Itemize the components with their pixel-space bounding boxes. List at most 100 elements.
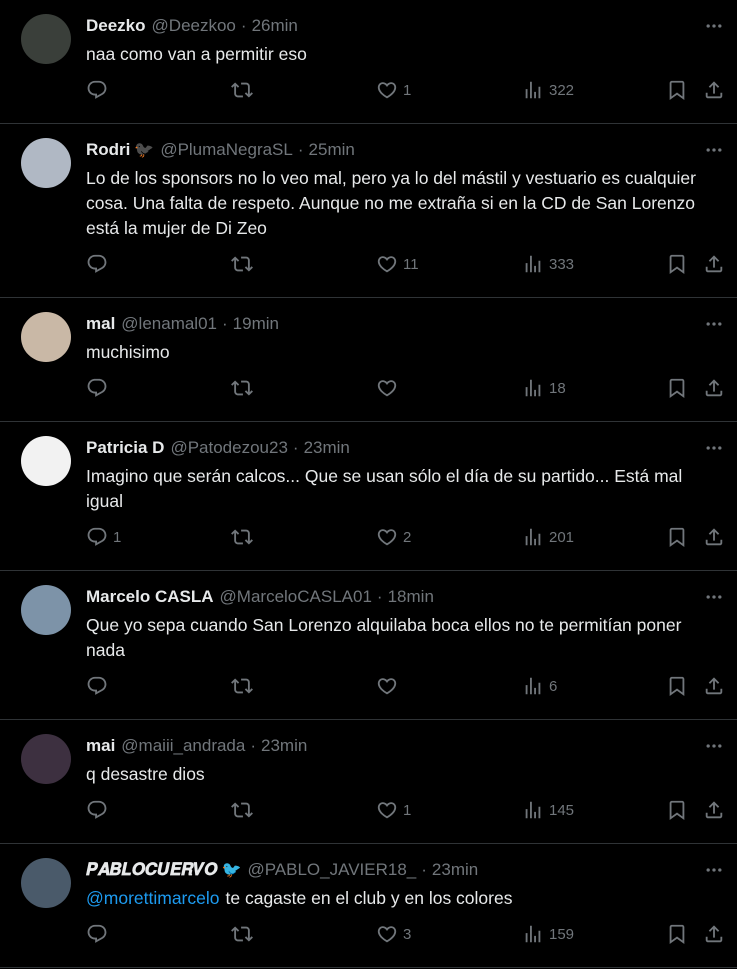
avatar[interactable] [21,138,71,188]
display-name[interactable]: Patricia D [86,438,164,458]
tweet-6[interactable]: mai @maiii_andrada · 23min q desastre di… [0,720,737,844]
more-options-button[interactable] [703,313,725,335]
reply-button[interactable] [86,799,113,821]
avatar[interactable] [21,436,71,486]
bookmark-button[interactable] [666,526,688,548]
reply-button[interactable] [86,675,113,697]
more-options-button[interactable] [703,735,725,757]
tweet-actions: 3 159 [86,911,723,967]
timestamp[interactable]: 23min [432,860,478,880]
like-button[interactable]: 2 [376,526,411,548]
retweet-button[interactable] [231,923,258,945]
avatar[interactable] [21,585,71,635]
like-button[interactable] [376,377,403,399]
views-button[interactable]: 145 [522,799,574,821]
retweet-button[interactable] [231,799,258,821]
share-button[interactable] [703,526,725,548]
retweet-icon [231,256,253,272]
reply-button[interactable] [86,377,113,399]
bookmark-button[interactable] [666,923,688,945]
user-handle[interactable]: @lenamal01 [121,314,217,334]
views-button[interactable]: 18 [522,377,566,399]
share-button[interactable] [703,923,725,945]
tweet-2[interactable]: Rodri 🐦‍⬛ @PlumaNegraSL · 25min Lo de lo… [0,124,737,298]
retweet-button[interactable] [231,377,258,399]
tweet-4[interactable]: Patricia D @Patodezou23 · 23min Imagino … [0,422,737,571]
user-handle[interactable]: @Deezkoo [152,16,236,36]
user-handle[interactable]: @Patodezou23 [170,438,287,458]
reply-button[interactable] [86,79,113,101]
more-options-button[interactable] [703,437,725,459]
share-button[interactable] [703,799,725,821]
tweet-3[interactable]: mal @lenamal01 · 19min muchisimo 18 [0,298,737,422]
display-name[interactable]: mal [86,314,115,334]
tweet-body: muchisimo [86,342,170,362]
views-button[interactable]: 322 [522,79,574,101]
user-handle[interactable]: @maiii_andrada [121,736,245,756]
like-button[interactable]: 3 [376,923,411,945]
tweet-header: Marcelo CASLA @MarceloCASLA01 · 18min [86,583,721,611]
tweet-5[interactable]: Marcelo CASLA @MarceloCASLA01 · 18min Qu… [0,571,737,720]
tweet-actions: 1 322 [86,67,723,123]
timestamp[interactable]: 26min [252,16,298,36]
like-button[interactable]: 1 [376,799,411,821]
reply-feed: Deezko @Deezkoo · 26min naa como van a p… [0,0,737,968]
views-button[interactable]: 333 [522,253,574,275]
display-name[interactable]: 𝑷𝑨𝑩𝑳𝑶𝑪𝑼𝑬𝑹𝑽𝑶 [86,860,218,880]
timestamp[interactable]: 18min [388,587,434,607]
share-button[interactable] [703,253,725,275]
display-name[interactable]: Marcelo CASLA [86,587,214,607]
bookmark-button[interactable] [666,675,688,697]
views-button[interactable]: 159 [522,923,574,945]
timestamp[interactable]: 19min [233,314,279,334]
share-button[interactable] [703,377,725,399]
timestamp[interactable]: 25min [309,140,355,160]
tweet-content: 𝑷𝑨𝑩𝑳𝑶𝑪𝑼𝑬𝑹𝑽𝑶 🐦 @PABLO_JAVIER18_ · 23min @… [86,856,723,967]
avatar[interactable] [21,734,71,784]
like-button[interactable]: 11 [376,253,419,275]
tweet-text: Lo de los sponsors no lo veo mal, pero y… [86,166,721,241]
retweet-button[interactable] [231,526,258,548]
like-button[interactable] [376,675,403,697]
views-icon [525,379,541,397]
reply-button[interactable]: 1 [86,526,121,548]
retweet-button[interactable] [231,675,258,697]
avatar[interactable] [21,312,71,362]
share-button[interactable] [703,675,725,697]
views-button[interactable]: 201 [522,526,574,548]
more-options-button[interactable] [703,586,725,608]
user-handle[interactable]: @PlumaNegraSL [160,140,293,160]
display-name[interactable]: Deezko [86,16,146,36]
user-handle[interactable]: @MarceloCASLA01 [220,587,372,607]
bookmark-button[interactable] [666,799,688,821]
reply-button[interactable] [86,253,113,275]
like-button[interactable]: 1 [376,79,411,101]
separator-dot: · [222,314,228,333]
tweet-7[interactable]: 𝑷𝑨𝑩𝑳𝑶𝑪𝑼𝑬𝑹𝑽𝑶 🐦 @PABLO_JAVIER18_ · 23min @… [0,844,737,968]
avatar[interactable] [21,14,71,64]
share-button[interactable] [703,79,725,101]
timestamp[interactable]: 23min [304,438,350,458]
reply-button[interactable] [86,923,113,945]
more-options-button[interactable] [703,859,725,881]
bookmark-button[interactable] [666,79,688,101]
display-name[interactable]: Rodri [86,140,130,160]
views-icon [525,925,541,943]
display-name[interactable]: mai [86,736,115,756]
retweet-button[interactable] [231,253,258,275]
timestamp[interactable]: 23min [261,736,307,756]
views-button[interactable]: 6 [522,675,557,697]
more-options-button[interactable] [703,15,725,37]
user-handle[interactable]: @PABLO_JAVIER18_ [247,860,416,880]
heart-icon [377,82,397,99]
more-icon [706,595,722,599]
bookmark-button[interactable] [666,377,688,399]
bookmark-button[interactable] [666,253,688,275]
more-options-button[interactable] [703,139,725,161]
reply-count: 1 [113,528,122,546]
mention-link[interactable]: @morettimarcelo [86,888,220,908]
avatar[interactable] [21,858,71,908]
tweet-1[interactable]: Deezko @Deezkoo · 26min naa como van a p… [0,0,737,124]
share-icon [705,801,723,819]
retweet-button[interactable] [231,79,258,101]
